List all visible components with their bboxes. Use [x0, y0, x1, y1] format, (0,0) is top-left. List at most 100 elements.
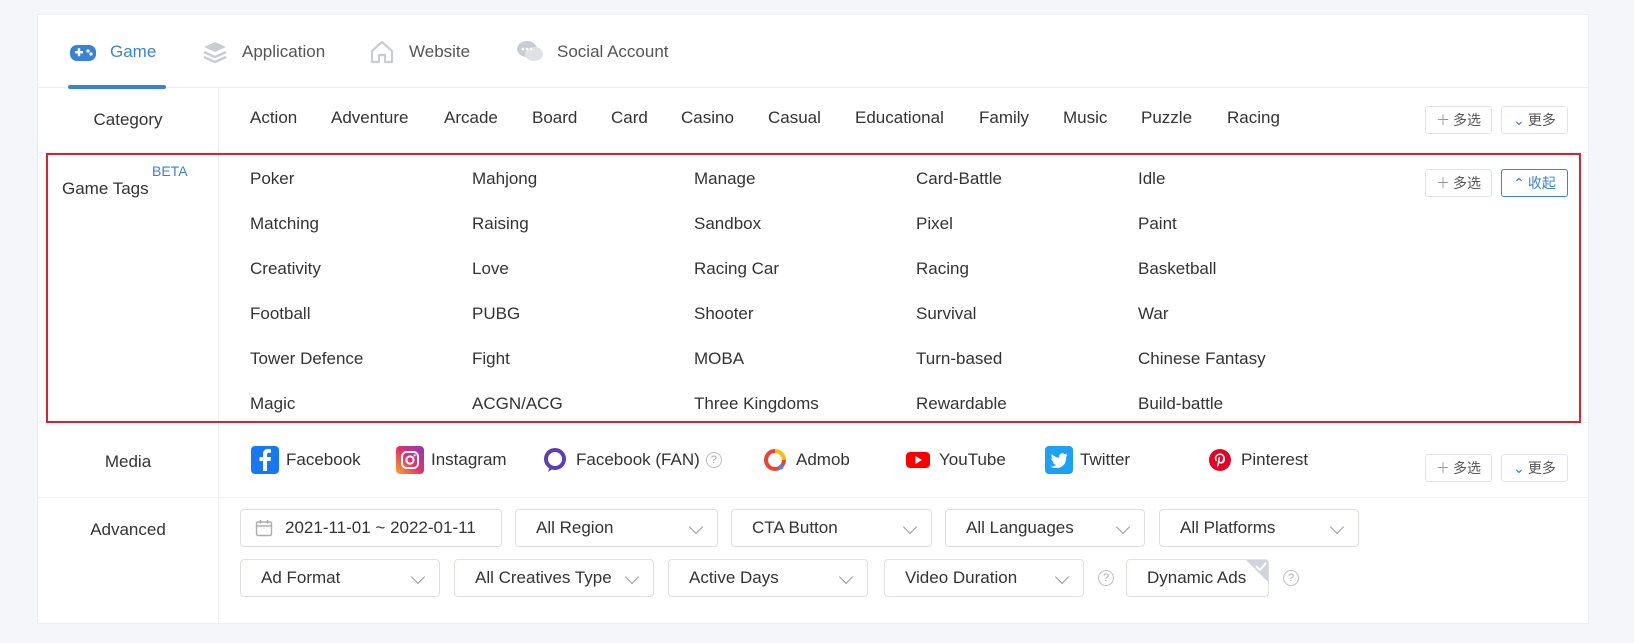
category-card[interactable]: Card: [611, 108, 648, 128]
active-days-select[interactable]: Active Days: [668, 559, 868, 597]
media-label: Media: [38, 423, 219, 497]
beta-badge: BETA: [152, 163, 188, 179]
date-range-value: 2021-11-01 ~ 2022-01-11: [285, 518, 476, 537]
chevron-down-icon: [624, 569, 640, 585]
game-tag-item[interactable]: War: [1138, 304, 1169, 324]
ad-format-select[interactable]: Ad Format: [240, 559, 440, 597]
game-tag-item[interactable]: Rewardable: [916, 394, 1007, 414]
game-tag-item[interactable]: Football: [250, 304, 310, 324]
category-multi-select-button[interactable]: ＋多选: [1425, 106, 1492, 134]
game-tag-item[interactable]: Racing Car: [694, 259, 779, 279]
game-tag-item[interactable]: Fight: [472, 349, 510, 369]
video-duration-help-icon[interactable]: ?: [1098, 570, 1114, 586]
media-instagram[interactable]: Instagram: [396, 446, 507, 474]
tags-multi-select-button[interactable]: ＋多选: [1425, 169, 1492, 197]
chat-icon: [515, 37, 545, 67]
game-tag-item[interactable]: Poker: [250, 169, 294, 189]
category-educational[interactable]: Educational: [855, 108, 944, 128]
game-tag-item[interactable]: Manage: [694, 169, 755, 189]
category-puzzle[interactable]: Puzzle: [1141, 108, 1192, 128]
game-tag-item[interactable]: Shooter: [694, 304, 754, 324]
category-casino[interactable]: Casino: [681, 108, 734, 128]
instagram-icon: [396, 446, 424, 474]
game-tag-item[interactable]: Build-battle: [1138, 394, 1223, 414]
game-tag-item[interactable]: Tower Defence: [250, 349, 363, 369]
category-music[interactable]: Music: [1063, 108, 1107, 128]
category-arcade[interactable]: Arcade: [444, 108, 498, 128]
pinterest-icon: [1206, 446, 1234, 474]
facebook-icon: [251, 446, 279, 474]
media-more-button[interactable]: ⌄ 更多: [1501, 454, 1568, 482]
game-tag-item[interactable]: Three Kingdoms: [694, 394, 819, 414]
dynamic-ads-help-icon[interactable]: ?: [1283, 570, 1299, 586]
media-twitter[interactable]: Twitter: [1045, 446, 1130, 474]
tab-label: Social Account: [557, 41, 669, 61]
chevron-down-icon: ⌄: [1513, 111, 1525, 128]
platforms-select[interactable]: All Platforms: [1159, 509, 1359, 547]
media-admob[interactable]: Admob: [761, 446, 850, 474]
category-label: Category: [38, 88, 219, 152]
game-tag-item[interactable]: Love: [472, 259, 509, 279]
game-tag-item[interactable]: Mahjong: [472, 169, 537, 189]
category-board[interactable]: Board: [532, 108, 577, 128]
media-youtube[interactable]: YouTube: [904, 446, 1006, 474]
chevron-down-icon: [1115, 519, 1131, 535]
category-adventure[interactable]: Adventure: [331, 108, 409, 128]
game-tag-item[interactable]: Paint: [1138, 214, 1177, 234]
game-tag-item[interactable]: Creativity: [250, 259, 321, 279]
home-icon: [367, 37, 397, 67]
category-casual[interactable]: Casual: [768, 108, 821, 128]
game-tag-item[interactable]: Turn-based: [916, 349, 1002, 369]
game-tag-item[interactable]: Pixel: [916, 214, 953, 234]
game-tag-item[interactable]: Survival: [916, 304, 976, 324]
help-icon[interactable]: ?: [705, 452, 722, 468]
game-tag-item[interactable]: Chinese Fantasy: [1138, 349, 1266, 369]
dynamic-ads-toggle[interactable]: Dynamic Ads: [1126, 559, 1269, 597]
media-row: Media Facebook Instagram Facebook (FAN) …: [38, 423, 1588, 498]
chevron-down-icon: [838, 569, 854, 585]
tab-label: Website: [409, 41, 471, 61]
tab-application[interactable]: Application: [200, 15, 325, 88]
game-tag-item[interactable]: ACGN/ACG: [472, 394, 563, 414]
cta-button-select[interactable]: CTA Button: [731, 509, 932, 547]
calendar-icon: [255, 520, 273, 537]
video-duration-select[interactable]: Video Duration: [884, 559, 1084, 597]
game-tags-label-cell: Game Tags BETA: [38, 153, 219, 422]
chevron-down-icon: [1054, 569, 1070, 585]
region-select[interactable]: All Region: [515, 509, 718, 547]
layers-icon: [200, 37, 230, 67]
media-facebook-fan[interactable]: Facebook (FAN) ?: [541, 446, 722, 474]
category-more-button[interactable]: ⌄ 更多: [1501, 106, 1568, 134]
admob-icon: [761, 446, 789, 474]
plus-icon: ＋: [1436, 112, 1450, 128]
game-tag-item[interactable]: Magic: [250, 394, 295, 414]
game-tag-item[interactable]: PUBG: [472, 304, 520, 324]
category-family[interactable]: Family: [979, 108, 1029, 128]
chevron-down-icon: [1329, 519, 1345, 535]
game-tag-item[interactable]: Raising: [472, 214, 529, 234]
game-tag-item[interactable]: Idle: [1138, 169, 1165, 189]
game-tag-item[interactable]: Card-Battle: [916, 169, 1002, 189]
media-multi-select-button[interactable]: ＋多选: [1425, 454, 1492, 482]
category-racing[interactable]: Racing: [1227, 108, 1280, 128]
date-range-picker[interactable]: 2021-11-01 ~ 2022-01-11: [240, 509, 502, 547]
tags-collapse-button[interactable]: ⌃ 收起: [1501, 169, 1568, 197]
tab-website[interactable]: Website: [367, 15, 470, 88]
category-row: Category Action Adventure Arcade Board C…: [38, 88, 1588, 153]
game-tag-item[interactable]: Racing: [916, 259, 969, 279]
media-pinterest[interactable]: Pinterest: [1206, 446, 1308, 474]
creatives-type-select[interactable]: All Creatives Type: [454, 559, 654, 597]
game-tag-item[interactable]: Sandbox: [694, 214, 761, 234]
languages-select[interactable]: All Languages: [945, 509, 1145, 547]
game-tag-item[interactable]: Matching: [250, 214, 319, 234]
game-tag-item[interactable]: Basketball: [1138, 259, 1216, 279]
tab-game[interactable]: Game: [68, 15, 167, 89]
tab-social-account[interactable]: Social Account: [515, 15, 669, 88]
chevron-down-icon: [410, 569, 426, 585]
game-tag-item[interactable]: MOBA: [694, 349, 744, 369]
category-action[interactable]: Action: [250, 108, 297, 128]
media-facebook[interactable]: Facebook: [251, 446, 361, 474]
tab-label: Game: [110, 41, 157, 61]
twitter-icon: [1045, 446, 1073, 474]
youtube-icon: [904, 446, 932, 474]
